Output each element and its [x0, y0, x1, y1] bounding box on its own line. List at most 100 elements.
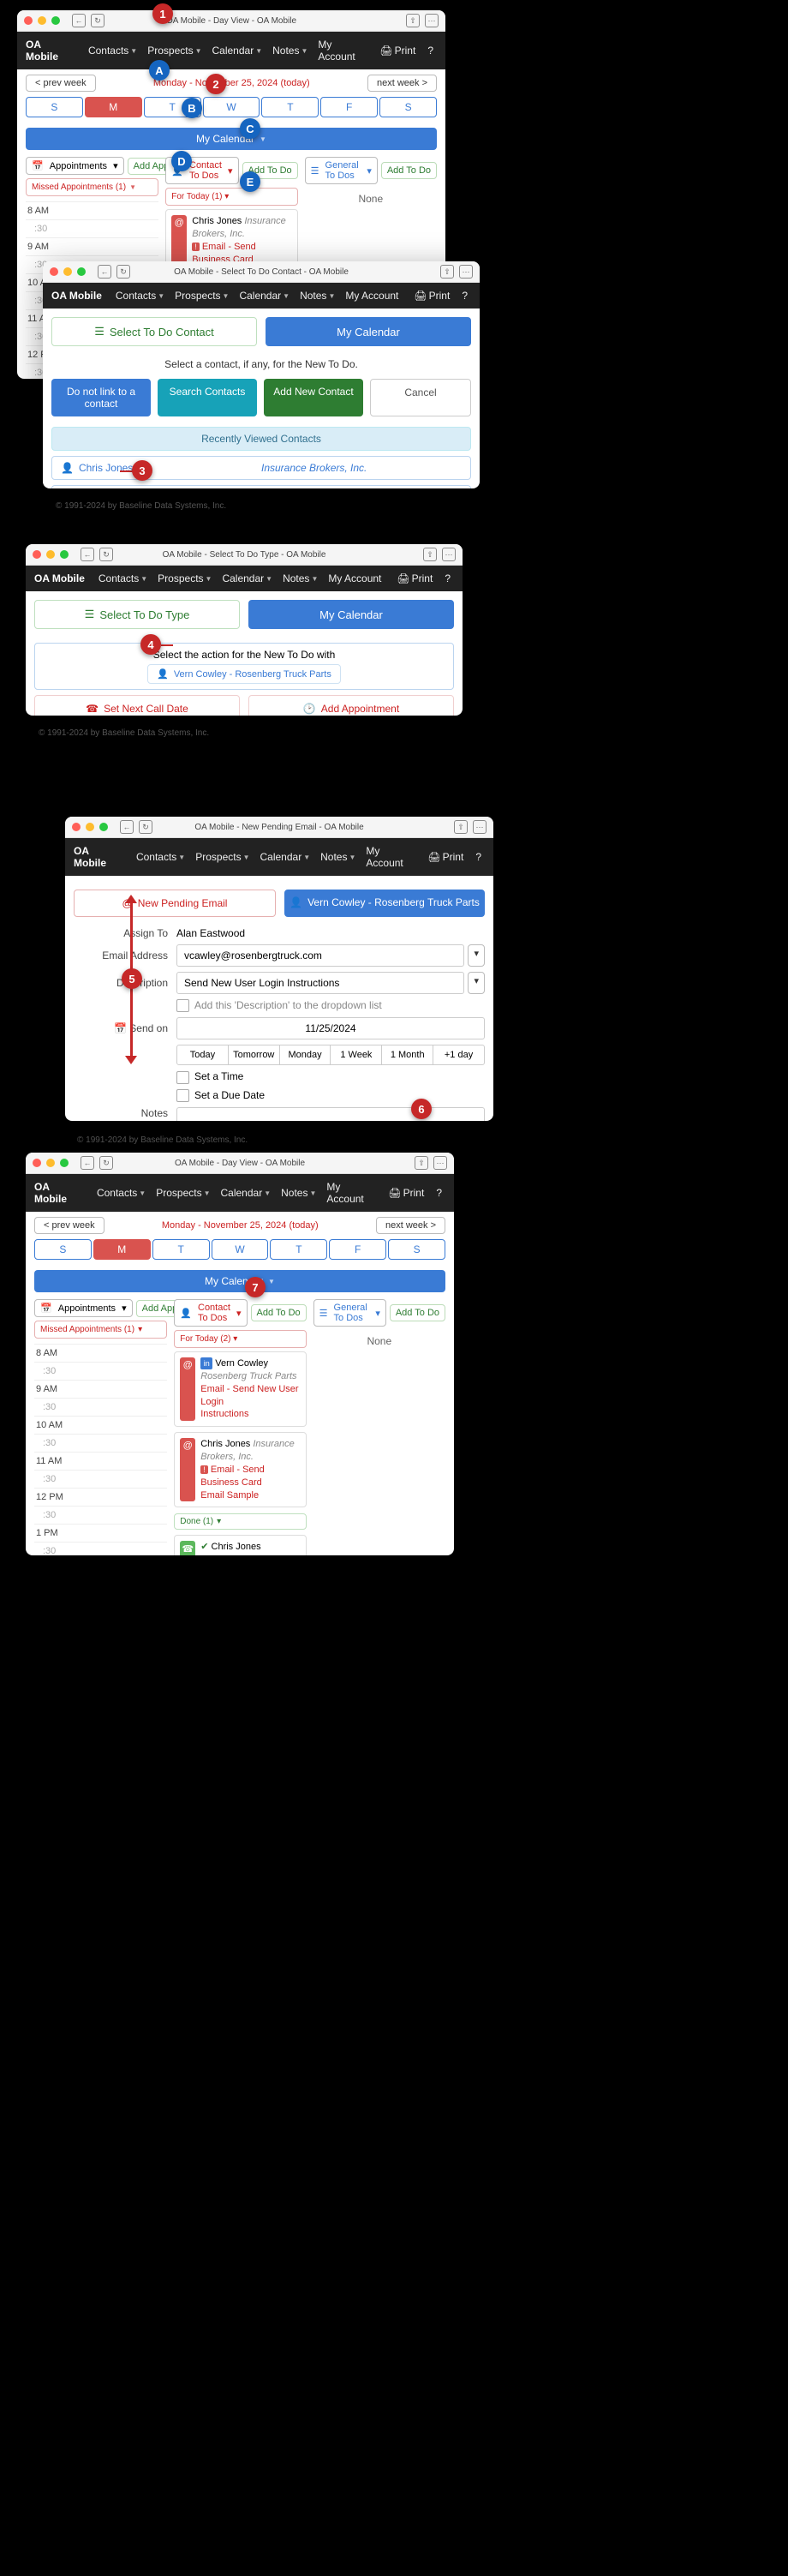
day-fri[interactable]: F [320, 97, 378, 117]
person-icon: 👤 [61, 462, 74, 474]
appointments-header[interactable]: 📅 Appointments ▾ [26, 157, 124, 175]
day-sun[interactable]: S [26, 97, 83, 117]
search-contacts-button[interactable]: Search Contacts [158, 379, 257, 416]
window-chrome: ←↻ OA Mobile - Day View - OA Mobile ⇧⋯ [26, 1153, 454, 1174]
list-icon: ☰ [85, 608, 95, 621]
my-calendar-bar[interactable]: My Calendar▼ [26, 128, 437, 150]
general-todos-header[interactable]: ☰ General To Dos ▾ [305, 157, 378, 184]
add-desc-checkbox[interactable] [176, 999, 189, 1012]
day-tabs: S M T W T F S [26, 97, 437, 117]
value-assign-to[interactable]: Alan Eastwood [176, 927, 485, 939]
todo-card-vern[interactable]: @ in Vern Cowley Rosenberg Truck Parts E… [174, 1351, 306, 1427]
prev-week-button[interactable]: < prev week [34, 1217, 104, 1234]
list-icon: ☰ [94, 325, 104, 338]
email-input[interactable] [176, 944, 464, 967]
none-label: None [305, 188, 437, 205]
marker-A: A [149, 60, 170, 81]
set-time-checkbox[interactable] [176, 1071, 189, 1084]
action-info: Select the action for the New To Do with… [34, 643, 454, 690]
warning-icon: ! [200, 1465, 208, 1474]
arrow-up-icon [125, 895, 137, 903]
marker-1: 1 [152, 3, 173, 24]
select-todo-contact-button[interactable]: ☰Select To Do Contact [51, 317, 257, 346]
nav-print[interactable]: 🖨 Print [376, 43, 419, 58]
chevron-down-icon: ▼ [260, 135, 266, 143]
cancel-button[interactable]: Cancel [370, 379, 471, 416]
my-calendar-button[interactable]: My Calendar [266, 317, 471, 346]
select-todo-type-button[interactable]: ☰Select To Do Type [34, 600, 240, 629]
day-thu[interactable]: T [261, 97, 319, 117]
description-input[interactable] [176, 972, 464, 994]
window-chrome: ←↻ OA Mobile - Select To Do Type - OA Mo… [26, 544, 463, 566]
missed-appts[interactable]: Missed Appointments (1) ▼ [26, 178, 158, 196]
set-next-call-date[interactable]: ☎Set Next Call Date [86, 703, 188, 715]
seg-1week[interactable]: 1 Week [330, 1045, 382, 1065]
contact-header-button[interactable]: 👤Vern Cowley - Rosenberg Truck Parts [284, 890, 485, 917]
copyright: © 1991-2024 by Baseline Data Systems, In… [30, 720, 218, 746]
day-mon[interactable]: M [85, 97, 142, 117]
nav-calendar[interactable]: Calendar▼ [209, 43, 266, 58]
do-not-link-button[interactable]: Do not link to a contact [51, 379, 151, 416]
marker-E: E [240, 171, 260, 192]
contact-row[interactable]: inChristy Sanders BGM [51, 485, 471, 488]
send-on-input[interactable] [176, 1017, 485, 1039]
for-today-pill[interactable]: For Today (1) ▾ [165, 188, 297, 206]
seg-monday[interactable]: Monday [279, 1045, 331, 1065]
new-pending-email-button[interactable]: @New Pending Email [74, 890, 276, 917]
share-icon[interactable]: ⇧ [406, 14, 420, 27]
seg-tomorrow[interactable]: Tomorrow [228, 1045, 280, 1065]
linkedin-icon: in [200, 1357, 212, 1369]
appointments-header[interactable]: 📅 Appointments ▾ [34, 1299, 133, 1317]
my-calendar-bar[interactable]: My Calendar▼ [34, 1270, 445, 1292]
person-icon: 👤 [290, 896, 302, 910]
day-sat[interactable]: S [379, 97, 437, 117]
clock-icon: 🕑 [303, 703, 316, 715]
app-navbar: OA Mobile Contacts▼ Prospects▼ Calendar▼… [43, 283, 480, 309]
reload-icon[interactable]: ↻ [116, 265, 130, 279]
seg-plus1day[interactable]: +1 day [433, 1045, 485, 1065]
nav-prospects[interactable]: Prospects▼ [144, 43, 205, 58]
calendar-icon: 📅 [114, 1022, 127, 1034]
app-navbar: OA Mobile Contacts▼ Prospects▼ Calendar▼… [17, 32, 445, 69]
my-calendar-button[interactable]: My Calendar [248, 600, 454, 629]
label-send-on: 📅 Send on [74, 1022, 168, 1034]
marker-7: 7 [245, 1277, 266, 1297]
contact-row[interactable]: 👤Chris Jones Insurance Brokers, Inc. [51, 456, 471, 480]
notes-input[interactable] [176, 1107, 485, 1121]
next-week-button[interactable]: next week > [367, 75, 437, 92]
more-icon[interactable]: ⋯ [459, 265, 473, 279]
reload-icon[interactable]: ↻ [91, 14, 104, 27]
back-icon[interactable]: ← [98, 265, 111, 279]
desc-dropdown[interactable]: ▾ [468, 972, 485, 994]
back-icon[interactable]: ← [72, 14, 86, 27]
nav-help[interactable]: ? [424, 43, 437, 58]
window-chrome: ←↻ OA Mobile - Select To Do Contact - OA… [43, 261, 480, 283]
nav-contacts[interactable]: Contacts▼ [85, 43, 140, 58]
marker-line [161, 644, 173, 646]
todo-card-chris[interactable]: @ Chris Jones Insurance Brokers, Inc. ! … [174, 1432, 306, 1507]
marker-6: 6 [411, 1099, 432, 1119]
prev-week-button[interactable]: < prev week [26, 75, 96, 92]
add-new-contact-button[interactable]: Add New Contact [264, 379, 363, 416]
window-chrome: ←↻ OA Mobile - New Pending Email - OA Mo… [65, 817, 493, 838]
next-week-button[interactable]: next week > [376, 1217, 445, 1234]
add-todo-general[interactable]: Add To Do [381, 162, 437, 179]
nav-myaccount[interactable]: My Account [314, 37, 373, 64]
share-icon[interactable]: ⇧ [440, 265, 454, 279]
more-icon[interactable]: ⋯ [425, 14, 439, 27]
marker-3: 3 [132, 460, 152, 481]
contact-chip[interactable]: 👤Vern Cowley - Rosenberg Truck Parts [147, 664, 341, 684]
label-description: Description [74, 977, 168, 989]
marker-C: C [240, 118, 260, 139]
nav-notes[interactable]: Notes▼ [269, 43, 311, 58]
phone-icon: ☎ [86, 703, 98, 715]
brand[interactable]: OA Mobile [26, 39, 75, 63]
email-dropdown[interactable]: ▾ [468, 944, 485, 967]
add-appointment[interactable]: 🕑Add Appointment [303, 703, 399, 715]
day-wed[interactable]: W [203, 97, 260, 117]
seg-today[interactable]: Today [176, 1045, 229, 1065]
recently-viewed-band: Recently Viewed Contacts [51, 427, 471, 451]
set-due-checkbox[interactable] [176, 1089, 189, 1102]
seg-1month[interactable]: 1 Month [381, 1045, 433, 1065]
label-notes: Notes [74, 1107, 168, 1119]
